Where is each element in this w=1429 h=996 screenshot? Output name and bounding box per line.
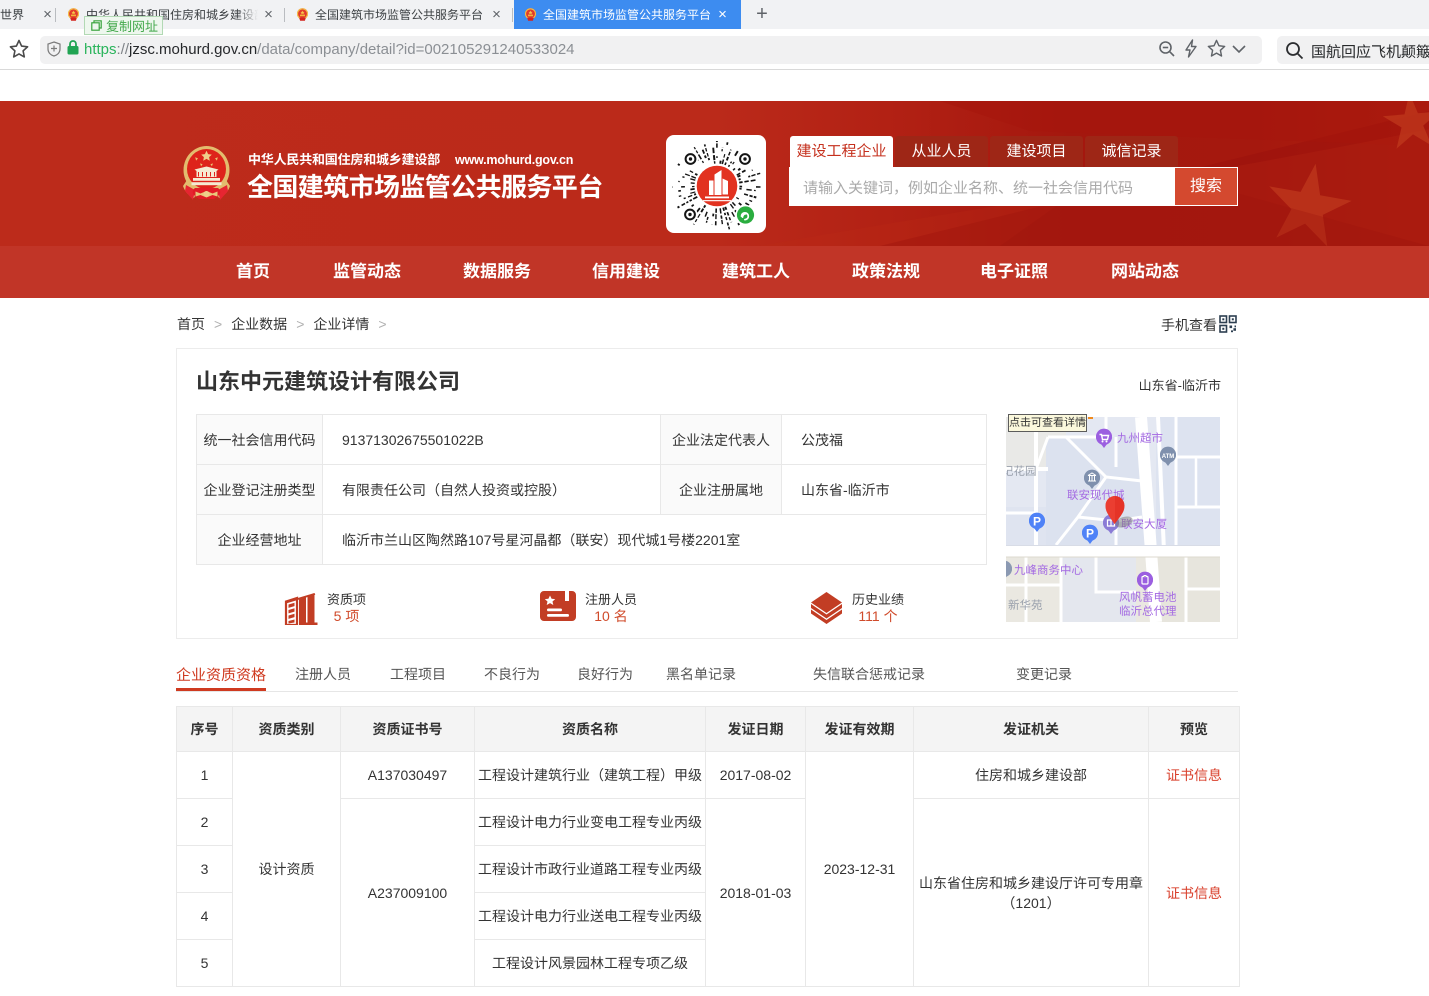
svg-text:九峰商务中心: 九峰商务中心 bbox=[1014, 564, 1083, 577]
svg-text:临沂总代理: 临沂总代理 bbox=[1119, 605, 1177, 618]
svg-text:P: P bbox=[1033, 515, 1041, 529]
svg-text:风帆蓄电池: 风帆蓄电池 bbox=[1119, 591, 1177, 604]
svg-text:记花园: 记花园 bbox=[1006, 465, 1037, 478]
svg-text:P: P bbox=[1086, 527, 1094, 541]
svg-text:ATM: ATM bbox=[1162, 454, 1175, 460]
svg-text:九州超市: 九州超市 bbox=[1117, 432, 1163, 445]
svg-text:新华苑: 新华苑 bbox=[1008, 599, 1043, 612]
